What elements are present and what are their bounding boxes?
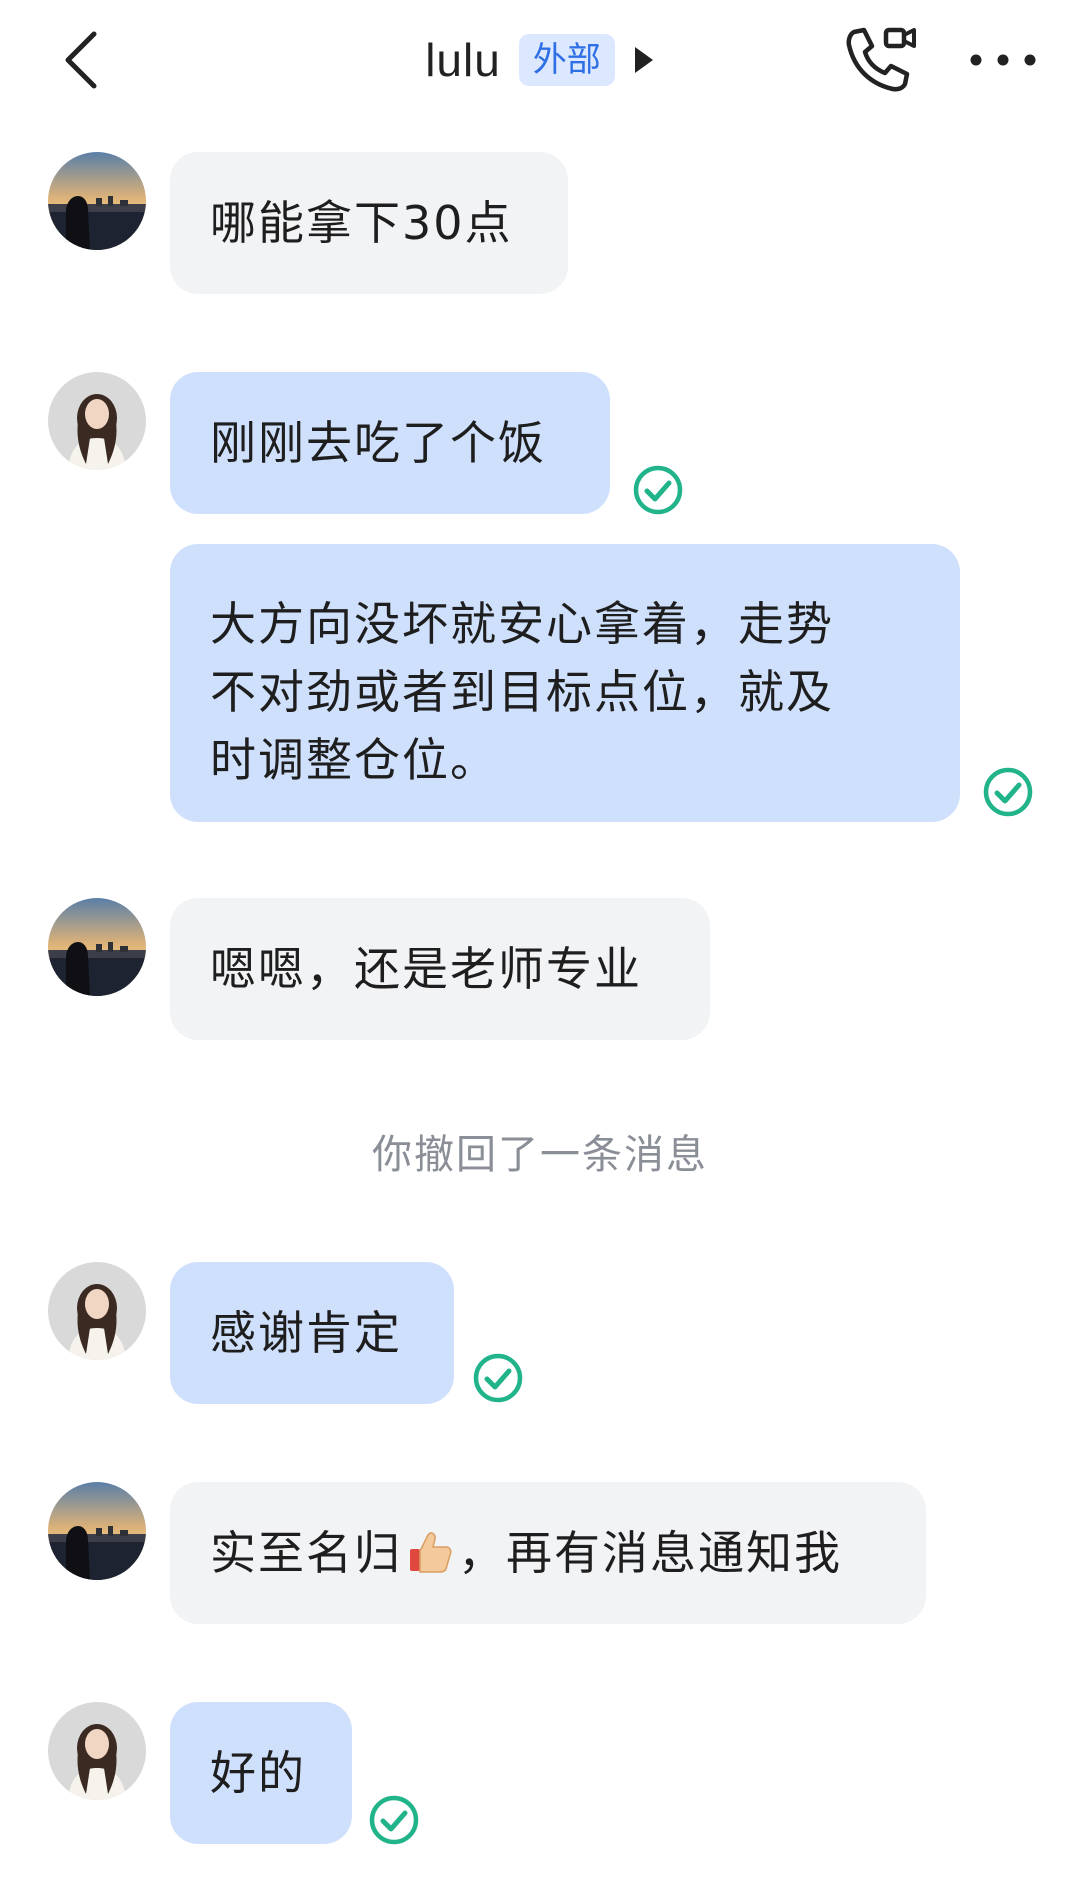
woman-avatar-icon bbox=[48, 372, 146, 470]
contact-avatar[interactable] bbox=[48, 898, 146, 996]
read-check-icon bbox=[983, 767, 1033, 817]
recall-notice: 你撤回了一条消息 bbox=[372, 1132, 708, 1178]
read-check-icon bbox=[369, 1795, 419, 1845]
user-avatar[interactable] bbox=[48, 1262, 146, 1360]
message-bubble-outgoing[interactable]: 刚刚去吃了个饭 bbox=[170, 372, 610, 514]
more-dots-icon bbox=[970, 54, 1036, 66]
message-text-line: 时调整仓位。 bbox=[210, 733, 498, 787]
external-badge: 外部 bbox=[518, 34, 615, 86]
message-bubble-outgoing[interactable]: 大方向没坏就安心拿着，走势 不对劲或者到目标点位，就及 时调整仓位。 bbox=[170, 544, 960, 822]
user-avatar[interactable] bbox=[48, 1702, 146, 1800]
message-text: 好的 bbox=[210, 1746, 306, 1800]
user-avatar[interactable] bbox=[48, 372, 146, 470]
message-text-line: 大方向没坏就安心拿着，走势 bbox=[210, 597, 834, 651]
message-bubble-incoming[interactable]: 哪能拿下30点 bbox=[170, 152, 568, 294]
read-check-icon bbox=[473, 1353, 523, 1403]
message-text: 感谢肯定 bbox=[210, 1306, 402, 1360]
message-text: 刚刚去吃了个饭 bbox=[210, 416, 546, 470]
contact-avatar[interactable] bbox=[48, 152, 146, 250]
contact-avatar[interactable] bbox=[48, 1482, 146, 1580]
chat-header: lulu 外部 bbox=[0, 0, 1080, 120]
sunset-avatar-icon bbox=[48, 1482, 146, 1580]
thumbs-up-icon bbox=[410, 1532, 452, 1573]
sunset-avatar-icon bbox=[48, 898, 146, 996]
more-button[interactable] bbox=[968, 36, 1038, 84]
sunset-avatar-icon bbox=[48, 152, 146, 250]
message-text: 哪能拿下30点 bbox=[210, 196, 513, 250]
play-arrow-icon[interactable] bbox=[633, 45, 655, 75]
message-bubble-incoming[interactable]: 嗯嗯，还是老师专业 bbox=[170, 898, 710, 1040]
message-bubble-outgoing[interactable]: 好的 bbox=[170, 1702, 352, 1844]
chat-title[interactable]: lulu 外部 bbox=[0, 28, 1080, 92]
call-button[interactable] bbox=[840, 24, 918, 96]
woman-avatar-icon bbox=[48, 1262, 146, 1360]
message-text: 嗯嗯，还是老师专业 bbox=[210, 942, 642, 996]
read-check-icon bbox=[633, 465, 683, 515]
message-text: 实至名归 ，再有消息通知我 bbox=[210, 1526, 842, 1580]
contact-name: lulu bbox=[425, 34, 501, 86]
phone-video-icon bbox=[846, 27, 916, 92]
message-bubble-incoming[interactable]: 实至名归 ，再有消息通知我 bbox=[170, 1482, 926, 1624]
message-bubble-outgoing[interactable]: 感谢肯定 bbox=[170, 1262, 454, 1404]
message-text-line: 不对劲或者到目标点位，就及 bbox=[210, 665, 834, 719]
woman-avatar-icon bbox=[48, 1702, 146, 1800]
